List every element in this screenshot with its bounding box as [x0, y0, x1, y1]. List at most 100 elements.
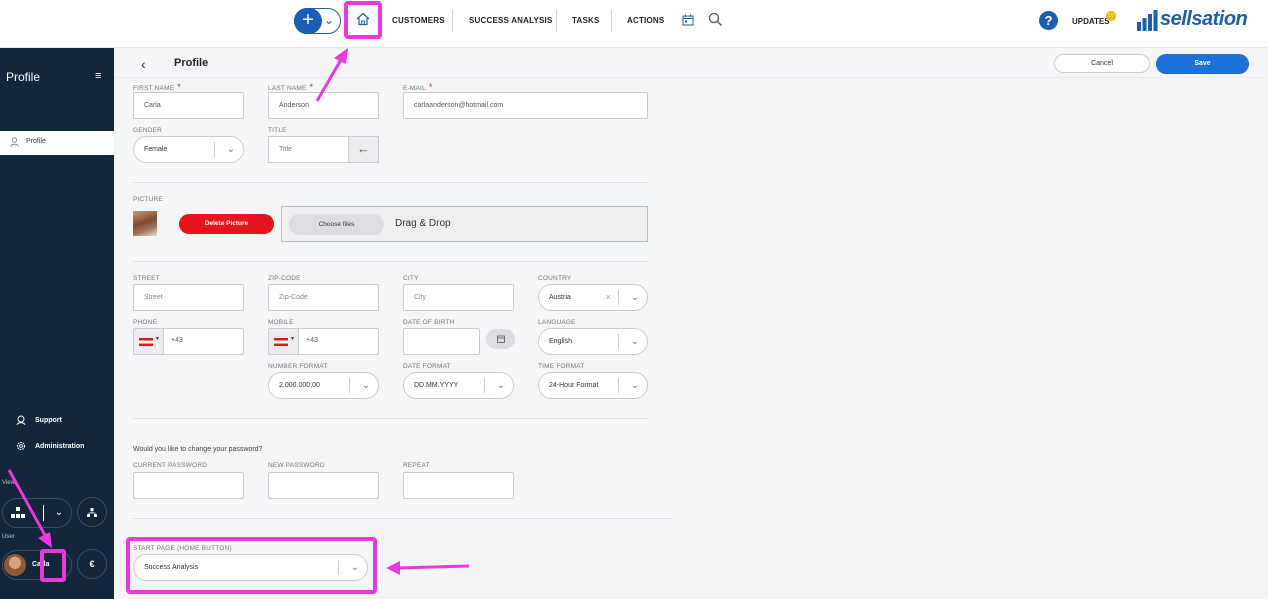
choose-files-button[interactable]: Choose files [289, 214, 384, 235]
nav-actions[interactable]: ACTIONS [627, 16, 664, 25]
view-switcher[interactable]: ⌄ [2, 498, 72, 528]
zip-label: ZIP-CODE [268, 275, 301, 282]
sidebar-title: Profile [6, 70, 41, 84]
user-icon [10, 137, 19, 147]
date-format-value: DD.MM.YYYY [414, 382, 459, 389]
number-format-value: 2.000.000,00 [279, 382, 320, 389]
last-name-label: LAST NAME * [268, 82, 314, 92]
gender-select[interactable]: Female ⌄ [133, 136, 244, 163]
phone-value: +43 [171, 337, 183, 344]
caret-down-icon: ▼ [155, 336, 160, 342]
file-dropzone[interactable]: Choose files Drag & Drop [281, 206, 648, 242]
search-icon[interactable] [708, 12, 723, 27]
city-field[interactable]: City [403, 284, 514, 311]
street-label: STREET [133, 275, 160, 282]
sidebar-item-label: Support [35, 417, 62, 424]
euro-icon: € [89, 559, 95, 569]
phone-field[interactable]: ▼ +43 [133, 328, 244, 355]
country-label: COUNTRY [538, 275, 572, 282]
hierarchy-icon [87, 508, 97, 517]
repeat-password-field[interactable] [403, 472, 514, 499]
user-label: User [2, 534, 15, 540]
nav-customers[interactable]: CUSTOMERS [392, 16, 445, 25]
language-select[interactable]: English ⌄ [538, 328, 648, 355]
view-org-button[interactable] [3, 499, 33, 527]
add-new-button[interactable]: + ⌄ [294, 8, 341, 34]
help-icon[interactable]: ? [1039, 11, 1058, 30]
sidebar-item-support[interactable]: Support [16, 415, 62, 427]
zip-field[interactable]: Zip-Code [268, 284, 379, 311]
sidebar-item-label: Profile [26, 138, 46, 145]
nav-divider [556, 10, 557, 32]
country-value: Austria [549, 294, 571, 301]
select-divider [214, 142, 215, 157]
home-button[interactable] [344, 1, 382, 39]
logo-text: sellsation [1160, 8, 1248, 30]
select-divider [618, 290, 619, 305]
language-value: English [549, 338, 572, 345]
time-format-value: 24-Hour Format [549, 382, 599, 389]
updates-link[interactable]: UPDATES [1072, 17, 1110, 26]
title-field[interactable]: Title [268, 136, 349, 163]
hierarchy-button[interactable] [77, 497, 107, 527]
plus-icon: + [294, 8, 322, 34]
number-format-label: NUMBER FORMAT [268, 363, 328, 370]
arrow-left-icon[interactable]: ← [348, 136, 379, 163]
support-icon [16, 415, 26, 426]
city-label: CITY [403, 275, 419, 282]
mobile-field[interactable]: ▼ +43 [268, 328, 379, 355]
first-name-label: FIRST NAME * [133, 82, 181, 92]
calendar-icon [496, 335, 505, 343]
delete-picture-button[interactable]: Delete Picture [179, 214, 274, 234]
currency-button[interactable]: € [77, 549, 107, 579]
nav-divider [611, 10, 612, 32]
phone-label: PHONE [133, 319, 158, 326]
updates-count-badge: 10 [1106, 11, 1116, 21]
mobile-label: MOBILE [268, 319, 294, 326]
title-label: TITLE [268, 127, 287, 134]
start-page-highlight-box [126, 537, 377, 594]
time-format-label: TIME FORMAT [538, 363, 585, 370]
view-label: View [2, 480, 15, 486]
user-highlight-box [40, 549, 66, 582]
calendar-icon[interactable] [682, 14, 694, 26]
nav-success-analysis[interactable]: SUCCESS ANALYSIS [469, 16, 553, 25]
dob-field[interactable] [403, 328, 480, 355]
country-code-select[interactable]: ▼ [134, 329, 164, 354]
number-format-select[interactable]: 2.000.000,00 ⌄ [268, 372, 379, 399]
save-button[interactable]: Save [1156, 54, 1249, 74]
menu-icon[interactable]: ≡ [95, 70, 101, 82]
select-divider [618, 334, 619, 349]
calendar-picker-button[interactable] [486, 329, 515, 349]
time-format-select[interactable]: 24-Hour Format ⌄ [538, 372, 648, 399]
country-code-select[interactable]: ▼ [269, 329, 299, 354]
chevron-down-icon[interactable]: ⌄ [49, 499, 69, 527]
new-password-field[interactable] [268, 472, 379, 499]
last-name-field[interactable]: Anderson [268, 92, 379, 119]
current-password-field[interactable] [133, 472, 244, 499]
logo-bars-icon [1137, 10, 1158, 31]
sidebar-item-administration[interactable]: Administration [16, 441, 84, 453]
home-icon [356, 12, 370, 26]
clear-icon[interactable]: × [606, 285, 611, 310]
top-bar: + ⌄ CUSTOMERS SUCCESS ANALYSIS TASKS ACT… [0, 0, 1268, 48]
street-field[interactable]: Street [133, 284, 244, 311]
chevron-down-icon: ⌄ [361, 380, 370, 391]
view-divider [43, 505, 44, 521]
sidebar: Profile ≡ Profile Support Administration… [0, 48, 114, 599]
mobile-value: +43 [306, 337, 318, 344]
password-question: Would you like to change your password? [133, 446, 263, 453]
gender-label: GENDER [133, 127, 163, 134]
repeat-password-label: REPEAT [403, 462, 430, 469]
nav-divider [452, 10, 453, 32]
email-field[interactable]: carlaanderson@hotmail.com [403, 92, 648, 119]
back-arrow-icon[interactable]: ‹ [141, 56, 146, 72]
sidebar-item-profile[interactable]: Profile [0, 131, 114, 155]
language-label: LANGUAGE [538, 319, 576, 326]
country-select[interactable]: Austria × ⌄ [538, 284, 648, 311]
nav-tasks[interactable]: TASKS [572, 16, 600, 25]
cancel-button[interactable]: Cancel [1054, 54, 1150, 73]
current-password-label: CURRENT PASSWORD [133, 462, 208, 469]
first-name-field[interactable]: Carla [133, 92, 244, 119]
date-format-select[interactable]: DD.MM.YYYY ⌄ [403, 372, 514, 399]
